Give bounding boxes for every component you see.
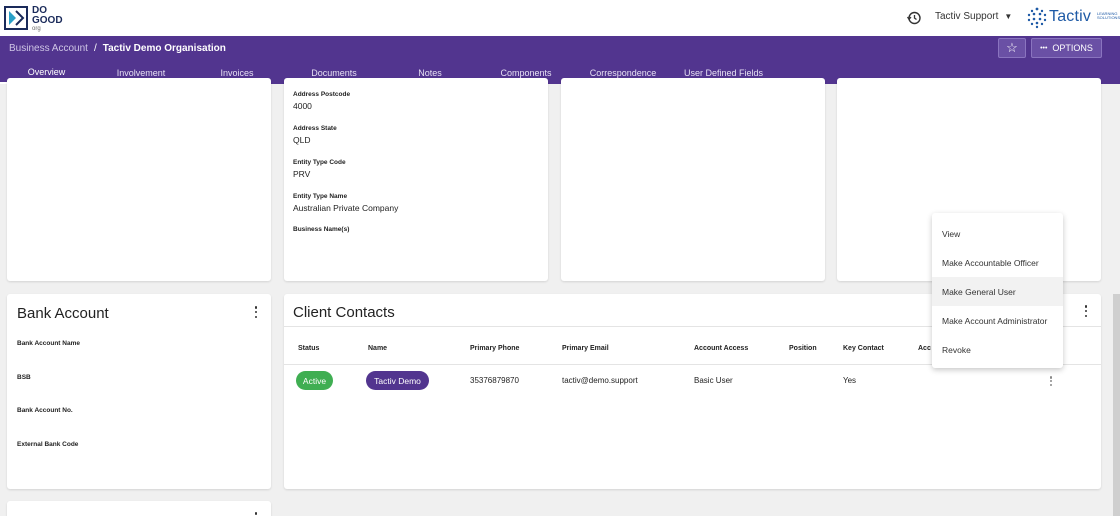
overview-card-1 (7, 78, 271, 281)
status-badge: Active (296, 371, 333, 390)
contact-account-access: Basic User (694, 376, 733, 385)
additional-info-menu-icon[interactable] (251, 511, 261, 516)
options-button[interactable]: ••• OPTIONS (1031, 38, 1102, 58)
column-header-key-contact[interactable]: Key Contact (843, 345, 884, 352)
client-contacts-title: Client Contacts (293, 304, 395, 321)
column-header-position[interactable]: Position (789, 345, 817, 352)
favorite-button[interactable]: ☆ (998, 38, 1026, 58)
tactiv-tagline: LEARNING SOLUTIONS (1097, 11, 1120, 20)
additional-info-card (7, 501, 271, 516)
page-title: Tactiv Demo Organisation (102, 43, 226, 54)
bank-account-card: Bank Account Bank Account Name BSB Bank … (7, 294, 271, 489)
more-horizontal-icon: ••• (1040, 44, 1048, 52)
breadcrumb-separator: / (93, 43, 97, 54)
column-header-account[interactable]: Acc (918, 345, 931, 352)
field-value: 4000 (293, 101, 312, 111)
client-contacts-menu-icon[interactable] (1081, 304, 1091, 318)
field-label: Address Postcode (293, 91, 351, 98)
field-label: Entity Type Name (293, 193, 348, 200)
contact-email[interactable]: tactiv@demo.support (562, 376, 638, 385)
field-value: PRV (293, 169, 311, 179)
top-bar: DO GOOD org Tactiv Support ▼ Tactiv LEAR… (0, 0, 1120, 36)
field-label: Address State (293, 125, 337, 132)
column-header-name[interactable]: Name (368, 345, 387, 352)
menu-item-view[interactable]: View (932, 219, 1063, 248)
options-label: OPTIONS (1052, 43, 1093, 53)
overview-card-3 (561, 78, 825, 281)
contact-name-chip[interactable]: Tactiv Demo (366, 371, 429, 390)
star-icon: ☆ (1006, 40, 1018, 55)
history-icon[interactable] (906, 10, 922, 26)
menu-item-revoke[interactable]: Revoke (932, 335, 1063, 364)
column-header-primary-phone[interactable]: Primary Phone (470, 345, 519, 352)
bank-account-title: Bank Account (17, 305, 109, 322)
dogood-logo-icon (4, 6, 28, 30)
breadcrumb: Business Account / Tactiv Demo Organisat… (9, 43, 226, 54)
chevron-down-icon: ▼ (1004, 12, 1013, 21)
dogood-logo[interactable]: DO GOOD org (4, 4, 66, 32)
tactiv-wordmark: Tactiv (1049, 8, 1092, 25)
menu-item-make-accountable-officer[interactable]: Make Accountable Officer (932, 248, 1063, 277)
tactiv-logo: Tactiv LEARNING SOLUTIONS (1027, 6, 1120, 30)
field-label: Bank Account Name (17, 340, 80, 347)
details-card: Address Postcode 4000 Address State QLD … (284, 78, 548, 281)
page-scrollbar[interactable] (1113, 294, 1120, 516)
tactiv-logo-icon (1027, 7, 1047, 29)
field-label: Bank Account No. (17, 407, 73, 414)
field-value: Australian Private Company (293, 203, 399, 213)
contact-phone: 35376879870 (470, 376, 519, 385)
menu-item-make-account-administrator[interactable]: Make Account Administrator (932, 306, 1063, 335)
column-header-account-access[interactable]: Account Access (694, 345, 748, 352)
user-menu[interactable]: Tactiv Support ▼ (935, 11, 1012, 22)
menu-item-make-general-user[interactable]: Make General User (932, 277, 1063, 306)
field-label: BSB (17, 374, 31, 381)
field-label: External Bank Code (17, 441, 79, 448)
dogood-logo-text: DO GOOD org (32, 5, 63, 33)
bank-account-menu-icon[interactable] (251, 305, 261, 319)
breadcrumb-parent[interactable]: Business Account (9, 43, 88, 54)
contact-context-menu: View Make Accountable Officer Make Gener… (932, 213, 1063, 368)
field-value: QLD (293, 135, 311, 145)
column-header-status[interactable]: Status (298, 345, 319, 352)
column-header-primary-email[interactable]: Primary Email (562, 345, 609, 352)
row-actions-icon[interactable] (1046, 375, 1056, 387)
user-name: Tactiv Support (935, 11, 999, 22)
contact-key-contact: Yes (843, 376, 857, 385)
field-label: Business Name(s) (293, 226, 350, 233)
field-label: Entity Type Code (293, 159, 346, 166)
